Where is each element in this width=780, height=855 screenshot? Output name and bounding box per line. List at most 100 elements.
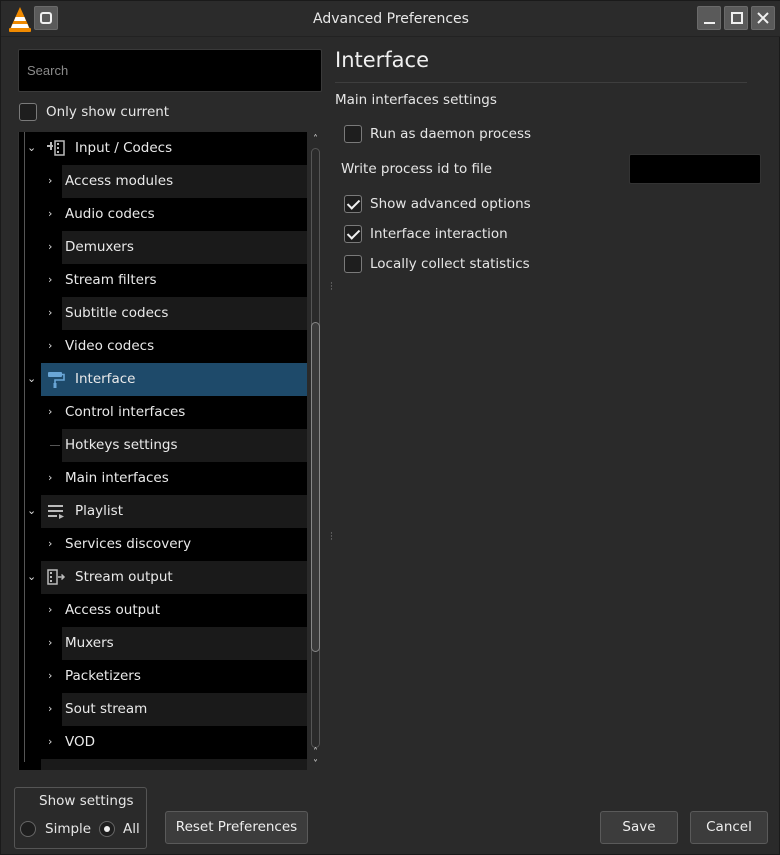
preferences-window: Advanced Preferences Only show current ⌄… — [0, 0, 780, 855]
tree-item-interface[interactable]: ⌄ Interface — [19, 363, 307, 396]
chevron-right-icon[interactable]: › — [48, 537, 52, 550]
panel-title: Interface — [335, 48, 430, 72]
stream-output-icon — [47, 569, 66, 585]
tree-item-demuxers[interactable]: › Demuxers — [19, 231, 307, 264]
close-icon — [757, 12, 769, 24]
tree-item-label: Main interfaces — [65, 470, 169, 486]
scroll-up-small-icon[interactable]: ˄ — [310, 747, 321, 758]
tree-item-label: Access output — [65, 602, 161, 618]
title-bar: Advanced Preferences — [1, 1, 780, 37]
run-as-daemon-label: Run as daemon process — [370, 126, 532, 142]
tree-item-access-output[interactable]: › Access output — [19, 594, 307, 627]
codec-icon — [47, 140, 65, 156]
tree-item-label: Playlist — [75, 503, 123, 519]
only-show-current-checkbox[interactable] — [19, 103, 37, 121]
chevron-right-icon[interactable]: › — [48, 603, 52, 616]
collect-statistics-checkbox[interactable] — [344, 255, 362, 273]
tree-item-main-interfaces[interactable]: › Main interfaces — [19, 462, 307, 495]
section-label: Main interfaces settings — [335, 92, 497, 108]
chevron-right-icon[interactable]: › — [48, 240, 52, 253]
tree-item-services-discovery[interactable]: › Services discovery — [19, 528, 307, 561]
pid-file-input[interactable] — [629, 154, 761, 184]
tree-item-label: Input / Codecs — [75, 140, 173, 156]
close-button[interactable] — [751, 6, 775, 30]
minimize-button[interactable] — [697, 6, 721, 30]
interface-interaction-label: Interface interaction — [370, 226, 508, 242]
chevron-right-icon[interactable]: › — [48, 636, 52, 649]
tree-item-label: Control interfaces — [65, 404, 186, 420]
maximize-button[interactable] — [724, 6, 748, 30]
tree-item-audio-codecs[interactable]: › Audio codecs — [19, 198, 307, 231]
tree-item-subtitle-codecs[interactable]: › Subtitle codecs — [19, 297, 307, 330]
reset-preferences-button[interactable]: Reset Preferences — [165, 811, 308, 844]
splitter-handle[interactable]: · · · — [330, 530, 334, 545]
tree-item-label: Stream output — [75, 569, 173, 585]
playlist-icon — [48, 505, 64, 519]
save-label: Save — [622, 819, 656, 835]
tree-item-packetizers[interactable]: › Packetizers — [19, 660, 307, 693]
tree-item-access-modules[interactable]: › Access modules — [19, 165, 307, 198]
tree-item-input-codecs[interactable]: ⌄ Input / Codecs — [19, 132, 307, 165]
search-input[interactable] — [18, 49, 322, 92]
tree-item-partial[interactable] — [19, 759, 307, 770]
scroll-down-icon[interactable]: ˅ — [310, 759, 321, 770]
chevron-right-icon[interactable]: › — [48, 471, 52, 484]
all-radio[interactable] — [99, 821, 115, 837]
simple-radio[interactable] — [20, 821, 36, 837]
chevron-right-icon[interactable]: › — [48, 306, 52, 319]
tree-item-playlist[interactable]: ⌄ Playlist — [19, 495, 307, 528]
tree-branch-line — [50, 445, 60, 446]
chevron-right-icon[interactable]: › — [48, 702, 52, 715]
splitter-handle[interactable]: · · · — [330, 280, 334, 295]
tree-item-label: Subtitle codecs — [65, 305, 169, 321]
tree-item-hotkeys-settings[interactable]: Hotkeys settings — [19, 429, 307, 462]
chevron-right-icon[interactable]: › — [48, 339, 52, 352]
tree-item-video-codecs[interactable]: › Video codecs — [19, 330, 307, 363]
show-settings-legend: Show settings — [39, 793, 134, 809]
scroll-up-icon[interactable]: ˄ — [310, 134, 321, 145]
preferences-tree: ⌄ Input / Codecs › Access modules › Audi… — [18, 132, 307, 770]
tree-item-label: Hotkeys settings — [65, 437, 178, 453]
tree-scrollbar[interactable]: ˄ ˄ ˅ — [308, 132, 323, 770]
tree-item-sout-stream[interactable]: › Sout stream — [19, 693, 307, 726]
chevron-right-icon[interactable]: › — [48, 174, 52, 187]
tree-item-stream-filters[interactable]: › Stream filters — [19, 264, 307, 297]
window-title: Advanced Preferences — [313, 11, 469, 27]
save-button[interactable]: Save — [600, 811, 678, 844]
tree-item-label: Access modules — [65, 173, 174, 189]
interface-interaction-checkbox[interactable] — [344, 225, 362, 243]
tree-item-label: Stream filters — [65, 272, 157, 288]
chevron-down-icon[interactable]: ⌄ — [27, 504, 36, 517]
tree-item-label: Packetizers — [65, 668, 141, 684]
chevron-down-icon[interactable]: ⌄ — [27, 141, 36, 154]
reset-preferences-label: Reset Preferences — [175, 819, 298, 835]
tree-item-control-interfaces[interactable]: › Control interfaces — [19, 396, 307, 429]
show-settings-group: Show settings Simple All — [14, 787, 147, 849]
tree-item-label: VOD — [65, 734, 96, 750]
tree-item-label: Demuxers — [65, 239, 134, 255]
tree-item-label: Services discovery — [65, 536, 192, 552]
tree-item-label: Muxers — [65, 635, 114, 651]
chevron-right-icon[interactable]: › — [48, 273, 52, 286]
chevron-right-icon[interactable]: › — [48, 207, 52, 220]
cancel-button[interactable]: Cancel — [690, 811, 768, 844]
chevron-down-icon[interactable]: ⌄ — [27, 372, 36, 385]
run-as-daemon-checkbox[interactable] — [344, 125, 362, 143]
chevron-down-icon[interactable]: ⌄ — [27, 570, 36, 583]
tree-item-stream-output[interactable]: ⌄ Stream output — [19, 561, 307, 594]
simple-radio-label[interactable]: Simple — [45, 821, 91, 837]
tree-item-label: Sout stream — [65, 701, 148, 717]
show-advanced-options-checkbox[interactable] — [344, 195, 362, 213]
paint-roller-icon — [48, 372, 65, 388]
chevron-right-icon[interactable]: › — [48, 405, 52, 418]
tree-item-vod[interactable]: › VOD — [19, 726, 307, 759]
all-radio-label[interactable]: All — [123, 821, 140, 837]
tree-item-muxers[interactable]: › Muxers — [19, 627, 307, 660]
scrollbar-thumb[interactable] — [311, 322, 320, 652]
only-show-current-label: Only show current — [46, 104, 170, 120]
collect-statistics-label: Locally collect statistics — [370, 256, 530, 272]
chevron-right-icon[interactable]: › — [48, 669, 52, 682]
chevron-right-icon[interactable]: › — [48, 735, 52, 748]
tree-item-label: Audio codecs — [65, 206, 155, 222]
cancel-label: Cancel — [706, 819, 752, 835]
